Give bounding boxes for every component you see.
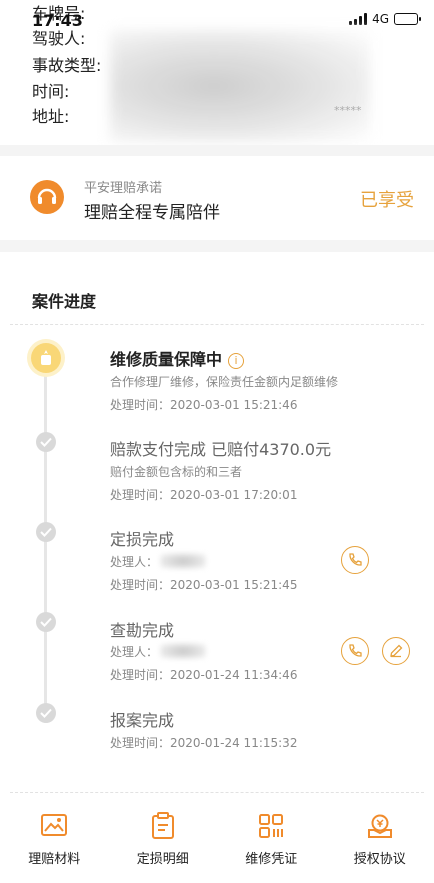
tab-claim-materials[interactable]: 理赔材料	[0, 800, 109, 883]
tab-label: 维修凭证	[245, 852, 298, 867]
call-button[interactable]	[341, 546, 369, 574]
clipboard-icon	[151, 812, 174, 839]
time-label: 时间:	[32, 82, 70, 101]
phone-icon	[349, 644, 362, 657]
tab-label: 授权协议	[353, 852, 406, 867]
checkmark-icon	[36, 522, 56, 542]
step-time: 处理时间：2020-01-24 11:34:46	[110, 668, 298, 682]
image-icon	[41, 814, 68, 836]
step-description: 赔付金额包含标的和三者	[110, 465, 243, 479]
edit-button[interactable]	[382, 637, 410, 665]
pencil-icon	[390, 644, 403, 658]
tab-label: 理赔材料	[28, 852, 81, 867]
signal-icon	[349, 13, 368, 25]
progress-section-title: 案件进度	[32, 292, 97, 311]
divider	[10, 792, 424, 793]
seal-icon	[367, 814, 392, 838]
network-type: 4G	[372, 12, 389, 26]
info-icon[interactable]: i	[228, 353, 245, 369]
promise-status: 已享受	[360, 190, 414, 211]
qr-code-icon	[259, 814, 284, 838]
step-title: 赔款支付完成 已赔付4370.0元	[110, 440, 332, 459]
phone-icon	[349, 553, 362, 566]
step-title: 维修质量保障中 i	[110, 346, 245, 370]
bottom-tabbar: 理赔材料 定损明细 维修凭证 授权协议	[0, 800, 434, 883]
divider	[10, 324, 424, 325]
address-mask: *****	[334, 104, 362, 117]
step-handler: 处理人：	[110, 645, 159, 659]
address-label: 地址:	[32, 107, 70, 126]
checkmark-icon	[36, 612, 56, 632]
step-handler: 处理人：	[110, 555, 159, 569]
case-info-panel: 车牌号: 17:43 4G 驾驶人: 事故类型: 时间: 地址: *****	[0, 0, 434, 145]
step-time: 处理时间：2020-03-01 15:21:45	[110, 578, 298, 592]
tab-damage-details[interactable]: 定损明细	[109, 800, 218, 883]
step-description: 合作修理厂维修，保险责任金额内足额维修	[110, 375, 339, 389]
section-gap	[0, 240, 434, 252]
progress-node-active	[31, 343, 61, 373]
step-time: 处理时间：2020-01-24 11:15:32	[110, 736, 298, 750]
driver-label: 驾驶人:	[32, 29, 86, 48]
headset-icon	[30, 180, 64, 214]
step-time: 处理时间：2020-03-01 15:21:46	[110, 398, 298, 412]
redacted-info-blur	[110, 30, 370, 142]
promise-subtitle: 平安理赔承诺	[84, 181, 163, 196]
redacted-handler-name	[160, 553, 206, 569]
step-title: 定损完成	[110, 530, 175, 549]
step-title-text: 维修质量保障中	[110, 350, 223, 369]
section-gap	[0, 145, 434, 156]
call-button[interactable]	[341, 637, 369, 665]
step-title: 报案完成	[110, 711, 175, 730]
tab-repair-voucher[interactable]: 维修凭证	[217, 800, 326, 883]
battery-icon	[394, 13, 421, 25]
step-title: 查勘完成	[110, 621, 175, 640]
accident-type-label: 事故类型:	[32, 56, 102, 75]
step-time: 处理时间：2020-03-01 17:20:01	[110, 488, 298, 502]
checkmark-icon	[36, 432, 56, 452]
tab-authorization-agreement[interactable]: 授权协议	[326, 800, 434, 883]
tab-label: 定损明细	[136, 852, 189, 867]
checkmark-icon	[36, 703, 56, 723]
redacted-handler-name	[160, 643, 206, 659]
status-indicators: 4G	[349, 12, 421, 26]
promise-title: 理赔全程专属陪伴	[84, 203, 220, 223]
